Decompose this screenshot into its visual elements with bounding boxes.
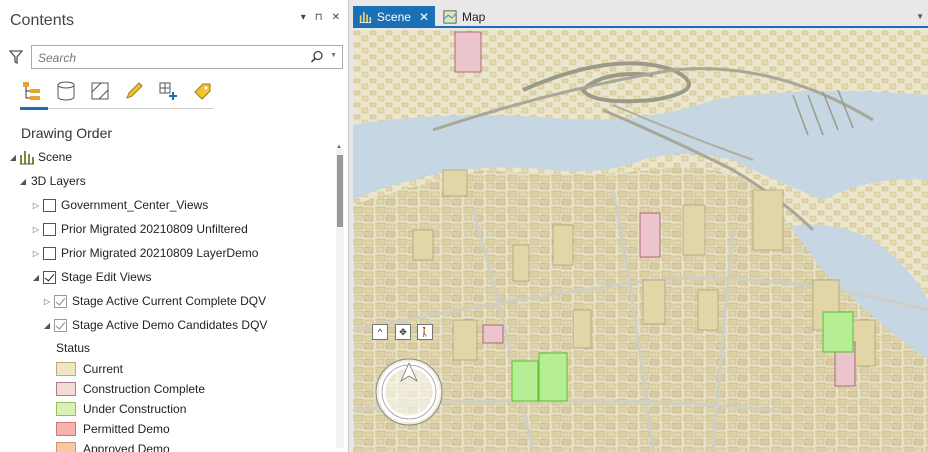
list-by-source-icon[interactable]	[54, 78, 78, 104]
expand-arrow-icon[interactable]: ▷	[31, 249, 41, 258]
navigator-compass-icon[interactable]	[372, 355, 446, 429]
legend-swatch	[56, 382, 76, 396]
pin-button[interactable]: ⊓	[315, 12, 323, 23]
tree-item-prior-migrated-unfiltered[interactable]: ▷ Prior Migrated 20210809 Unfiltered	[31, 218, 248, 240]
tree-item-label: Government_Center_Views	[61, 198, 209, 212]
list-by-drawing-order-icon[interactable]	[20, 78, 44, 104]
expand-arrow-icon[interactable]: ▷	[31, 225, 41, 234]
list-by-editing-icon[interactable]	[122, 78, 146, 104]
scene-icon	[20, 151, 34, 165]
search-placeholder: Search	[38, 51, 77, 65]
layer-visibility-checkbox[interactable]	[43, 222, 56, 236]
layer-visibility-checkbox[interactable]	[43, 270, 56, 284]
tilt-up-icon: ^	[377, 327, 383, 337]
tilt-up-button[interactable]: ^	[372, 324, 388, 340]
legend-title-label: Status	[56, 341, 91, 355]
toolbar-divider	[20, 108, 214, 109]
layer-visibility-checkbox[interactable]	[43, 246, 56, 260]
legend-item[interactable]: Approved Demo	[56, 439, 170, 452]
tree-item-label: 3D Layers	[31, 174, 86, 188]
legend-swatch	[56, 422, 76, 436]
tree-item-government-center-views[interactable]: ▷ Government_Center_Views	[31, 194, 208, 216]
legend-item[interactable]: Under Construction	[56, 399, 186, 419]
legend-swatch	[56, 402, 76, 416]
tree-item-3d-layers[interactable]: ◢ 3D Layers	[18, 170, 86, 192]
scene-view[interactable]: ^ ✥ 🚶	[353, 30, 928, 452]
collapse-arrow-icon[interactable]: ◢	[31, 273, 41, 282]
tree-item-stage-active-current-complete[interactable]: ▷ Stage Active Current Complete DQV	[42, 290, 266, 312]
scrollbar-thumb[interactable]	[337, 155, 343, 227]
tree-item-label: Stage Active Demo Candidates DQV	[72, 318, 268, 332]
tree-item-label: Prior Migrated 20210809 Unfiltered	[61, 222, 248, 236]
tree-item-prior-migrated-layerdemo[interactable]: ▷ Prior Migrated 20210809 LayerDemo	[31, 242, 259, 264]
layer-visibility-checkbox[interactable]	[54, 294, 67, 308]
pane-title: Contents	[10, 12, 75, 29]
close-pane-button[interactable]: ✕	[332, 12, 340, 23]
close-tab-icon[interactable]: ✕	[419, 10, 429, 24]
pane-controls: ▾ ⊓ ✕	[301, 12, 340, 23]
map-icon	[443, 10, 457, 24]
search-input[interactable]: Search ▼	[31, 45, 343, 69]
tab-map[interactable]: Map	[437, 6, 491, 28]
active-view-indicator	[20, 107, 48, 110]
collapse-arrow-icon[interactable]: ◢	[8, 153, 18, 162]
tab-list-chevron-icon[interactable]: ▼	[916, 12, 924, 21]
legend-item[interactable]: Construction Complete	[56, 379, 205, 399]
pan-mode-button[interactable]: ✥	[395, 324, 411, 340]
pan-icon: ✥	[399, 326, 407, 337]
legend-label: Current	[83, 362, 124, 376]
tree-item-stage-edit-views[interactable]: ◢ Stage Edit Views	[31, 266, 152, 288]
tab-label: Map	[462, 10, 486, 24]
contents-pane: Contents ▾ ⊓ ✕ Search ▼ Drawing Order ◢ …	[0, 0, 349, 452]
tree-item-scene[interactable]: ◢ Scene	[8, 146, 72, 168]
collapse-arrow-icon[interactable]: ◢	[18, 177, 28, 186]
legend-label: Approved Demo	[83, 442, 170, 452]
drawing-order-heading: Drawing Order	[21, 125, 113, 141]
collapse-arrow-icon[interactable]: ◢	[42, 321, 52, 330]
legend-swatch	[56, 362, 76, 376]
legend-swatch	[56, 442, 76, 452]
layer-visibility-checkbox[interactable]	[43, 198, 56, 212]
legend-label: Under Construction	[83, 402, 187, 416]
search-icon[interactable]	[310, 50, 324, 64]
first-person-button[interactable]: 🚶	[417, 324, 433, 340]
legend-item[interactable]: Permitted Demo	[56, 419, 170, 439]
walk-icon: 🚶	[419, 326, 431, 337]
tree-item-label: Prior Migrated 20210809 LayerDemo	[61, 246, 259, 260]
tree-item-label: Scene	[38, 150, 73, 164]
layer-visibility-checkbox[interactable]	[54, 318, 67, 332]
view-toolbar	[20, 78, 214, 104]
legend-item[interactable]: Current	[56, 359, 123, 379]
tab-scene[interactable]: Scene ✕	[353, 6, 435, 28]
legend-label: Construction Complete	[83, 382, 206, 396]
legend-title: Status	[56, 337, 90, 359]
tree-item-label: Stage Edit Views	[61, 270, 152, 284]
tree-item-stage-active-demo-candidates[interactable]: ◢ Stage Active Demo Candidates DQV	[42, 314, 268, 336]
legend-label: Permitted Demo	[83, 422, 170, 436]
search-options-chevron-icon[interactable]: ▼	[330, 52, 337, 59]
list-by-labeling-icon[interactable]	[190, 78, 214, 104]
filter-icon[interactable]	[9, 50, 23, 64]
pane-menu-button[interactable]: ▾	[301, 12, 306, 23]
tab-label: Scene	[376, 10, 411, 24]
view-tab-bar: Scene ✕ Map ▼	[353, 6, 928, 28]
list-by-selection-icon[interactable]	[88, 78, 112, 104]
tree-item-label: Stage Active Current Complete DQV	[72, 294, 267, 308]
list-by-snapping-icon[interactable]	[156, 78, 180, 104]
scene-icon	[359, 12, 372, 24]
expand-arrow-icon[interactable]: ▷	[42, 297, 52, 306]
expand-arrow-icon[interactable]: ▷	[31, 201, 41, 210]
